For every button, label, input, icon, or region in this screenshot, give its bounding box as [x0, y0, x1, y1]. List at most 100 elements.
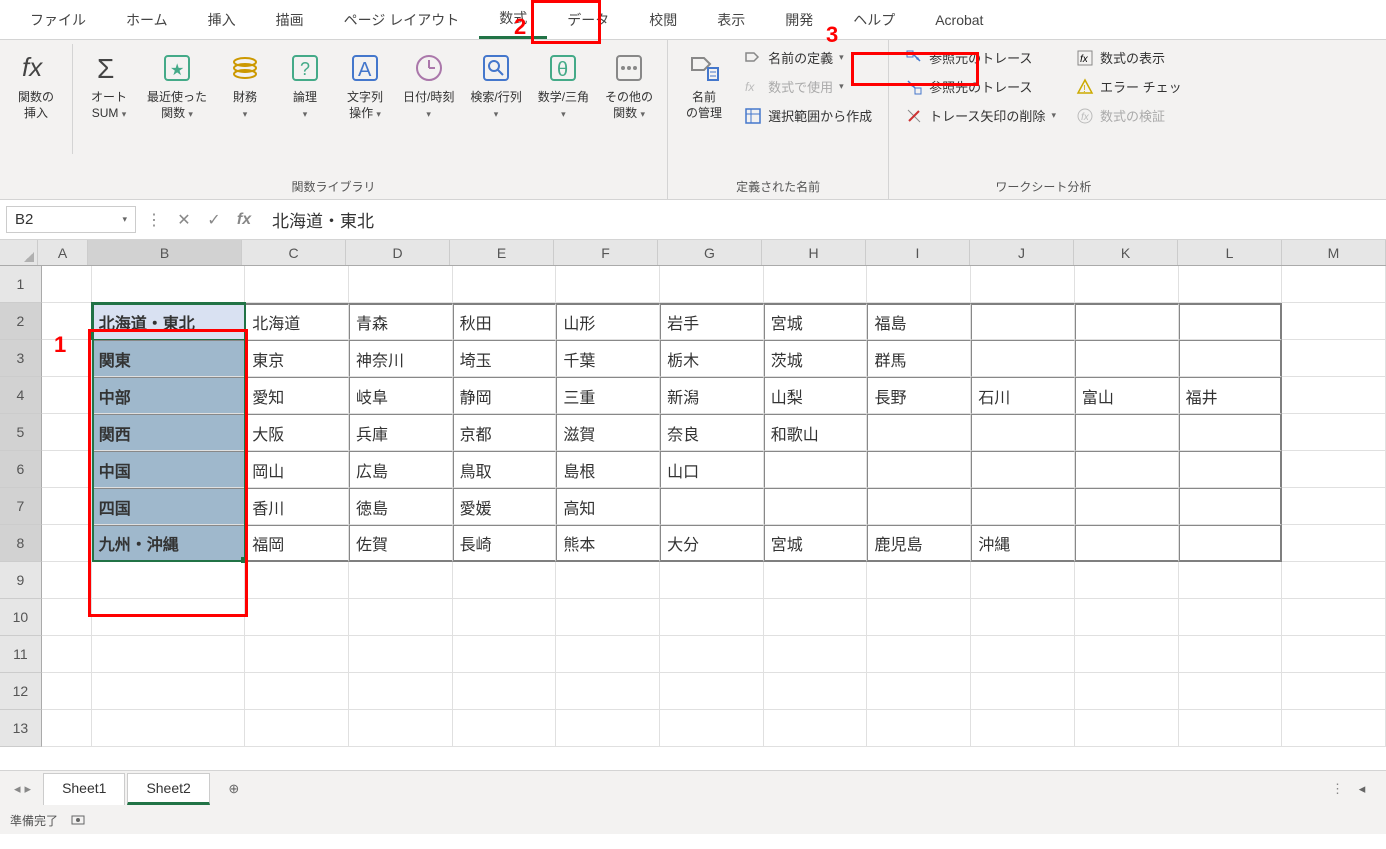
- cell-G11[interactable]: [660, 636, 764, 673]
- cell-C3[interactable]: 東京: [245, 340, 349, 377]
- remove-arrows-button[interactable]: トレース矢印の削除 ▾: [897, 102, 1064, 129]
- cell-G12[interactable]: [660, 673, 764, 710]
- row-header-3[interactable]: 3: [0, 340, 42, 377]
- cell-M6[interactable]: [1282, 451, 1386, 488]
- cell-L11[interactable]: [1179, 636, 1283, 673]
- cell-I9[interactable]: [867, 562, 971, 599]
- col-header-J[interactable]: J: [970, 240, 1074, 265]
- cell-B10[interactable]: [92, 599, 246, 636]
- cell-H2[interactable]: 宮城: [764, 303, 868, 340]
- cell-E4[interactable]: 静岡: [453, 377, 557, 414]
- sheet-tab-Sheet1[interactable]: Sheet1: [43, 773, 125, 805]
- cell-D13[interactable]: [349, 710, 453, 747]
- cell-L12[interactable]: [1179, 673, 1283, 710]
- cell-G9[interactable]: [660, 562, 764, 599]
- cell-L13[interactable]: [1179, 710, 1283, 747]
- cell-M13[interactable]: [1282, 710, 1386, 747]
- sheet-tab-Sheet2[interactable]: Sheet2: [127, 773, 209, 805]
- row-header-12[interactable]: 12: [0, 673, 42, 710]
- col-header-D[interactable]: D: [346, 240, 450, 265]
- cell-J2[interactable]: [971, 303, 1075, 340]
- cell-E2[interactable]: 秋田: [453, 303, 557, 340]
- cell-E3[interactable]: 埼玉: [453, 340, 557, 377]
- row-header-10[interactable]: 10: [0, 599, 42, 636]
- cell-C13[interactable]: [245, 710, 349, 747]
- cell-L4[interactable]: 福井: [1179, 377, 1283, 414]
- cell-J5[interactable]: [971, 414, 1075, 451]
- row-header-1[interactable]: 1: [0, 266, 42, 303]
- cell-F8[interactable]: 熊本: [556, 525, 660, 562]
- cell-M1[interactable]: [1282, 266, 1386, 303]
- cell-H11[interactable]: [764, 636, 868, 673]
- cell-K8[interactable]: [1075, 525, 1179, 562]
- cell-E6[interactable]: 鳥取: [453, 451, 557, 488]
- cell-G7[interactable]: [660, 488, 764, 525]
- cell-F7[interactable]: 高知: [556, 488, 660, 525]
- ribbon-tab-ヘルプ[interactable]: ヘルプ: [833, 2, 915, 38]
- cell-B5[interactable]: 関西: [92, 414, 246, 451]
- col-header-G[interactable]: G: [658, 240, 762, 265]
- row-header-5[interactable]: 5: [0, 414, 42, 451]
- cell-D11[interactable]: [349, 636, 453, 673]
- cell-F9[interactable]: [556, 562, 660, 599]
- cell-B6[interactable]: 中国: [92, 451, 246, 488]
- cell-K1[interactable]: [1075, 266, 1179, 303]
- cell-D3[interactable]: 神奈川: [349, 340, 453, 377]
- cell-I5[interactable]: [867, 414, 971, 451]
- recently-used-button[interactable]: ★ 最近使った 関数 ▾: [141, 44, 213, 127]
- cell-C4[interactable]: 愛知: [245, 377, 349, 414]
- cell-B2[interactable]: 北海道・東北: [92, 303, 246, 340]
- cell-G2[interactable]: 岩手: [660, 303, 764, 340]
- cell-F5[interactable]: 滋賀: [556, 414, 660, 451]
- more-functions-button[interactable]: その他の 関数 ▾: [599, 44, 659, 127]
- cell-C6[interactable]: 岡山: [245, 451, 349, 488]
- cell-G3[interactable]: 栃木: [660, 340, 764, 377]
- cell-A12[interactable]: [42, 673, 92, 710]
- add-sheet-button[interactable]: ⊕: [220, 775, 248, 803]
- cell-C5[interactable]: 大阪: [245, 414, 349, 451]
- cell-B4[interactable]: 中部: [92, 377, 246, 414]
- ribbon-tab-開発[interactable]: 開発: [765, 2, 833, 38]
- cell-J3[interactable]: [971, 340, 1075, 377]
- cell-E8[interactable]: 長崎: [453, 525, 557, 562]
- cell-M10[interactable]: [1282, 599, 1386, 636]
- ribbon-tab-表示[interactable]: 表示: [697, 2, 765, 38]
- ribbon-tab-データ[interactable]: データ: [547, 2, 629, 38]
- cell-I7[interactable]: [867, 488, 971, 525]
- cell-M11[interactable]: [1282, 636, 1386, 673]
- cell-D8[interactable]: 佐賀: [349, 525, 453, 562]
- cell-I4[interactable]: 長野: [867, 377, 971, 414]
- insert-function-button[interactable]: fx 関数の 挿入: [8, 44, 64, 127]
- autosum-button[interactable]: Σ オート SUM ▾: [81, 44, 137, 127]
- macro-record-icon[interactable]: [70, 812, 86, 828]
- cell-K9[interactable]: [1075, 562, 1179, 599]
- cell-C2[interactable]: 北海道: [245, 303, 349, 340]
- text-button[interactable]: A 文字列 操作 ▾: [337, 44, 393, 127]
- cell-K12[interactable]: [1075, 673, 1179, 710]
- cell-K10[interactable]: [1075, 599, 1179, 636]
- cell-F6[interactable]: 島根: [556, 451, 660, 488]
- row-header-2[interactable]: 2: [0, 303, 42, 340]
- cell-J12[interactable]: [971, 673, 1075, 710]
- cell-K7[interactable]: [1075, 488, 1179, 525]
- cell-J1[interactable]: [971, 266, 1075, 303]
- col-header-L[interactable]: L: [1178, 240, 1282, 265]
- cell-F2[interactable]: 山形: [556, 303, 660, 340]
- cell-J9[interactable]: [971, 562, 1075, 599]
- trace-dependents-button[interactable]: 参照先のトレース: [897, 73, 1064, 100]
- row-header-4[interactable]: 4: [0, 377, 42, 414]
- cell-A3[interactable]: [42, 340, 92, 377]
- ribbon-tab-挿入[interactable]: 挿入: [188, 2, 256, 38]
- cell-L5[interactable]: [1179, 414, 1283, 451]
- cell-C12[interactable]: [245, 673, 349, 710]
- cell-L10[interactable]: [1179, 599, 1283, 636]
- cell-D1[interactable]: [349, 266, 453, 303]
- row-header-7[interactable]: 7: [0, 488, 42, 525]
- cell-E9[interactable]: [453, 562, 557, 599]
- cell-D2[interactable]: 青森: [349, 303, 453, 340]
- show-formulas-button[interactable]: fx 数式の表示: [1068, 44, 1190, 71]
- cell-J8[interactable]: 沖縄: [971, 525, 1075, 562]
- cell-K5[interactable]: [1075, 414, 1179, 451]
- row-header-9[interactable]: 9: [0, 562, 42, 599]
- cell-I3[interactable]: 群馬: [867, 340, 971, 377]
